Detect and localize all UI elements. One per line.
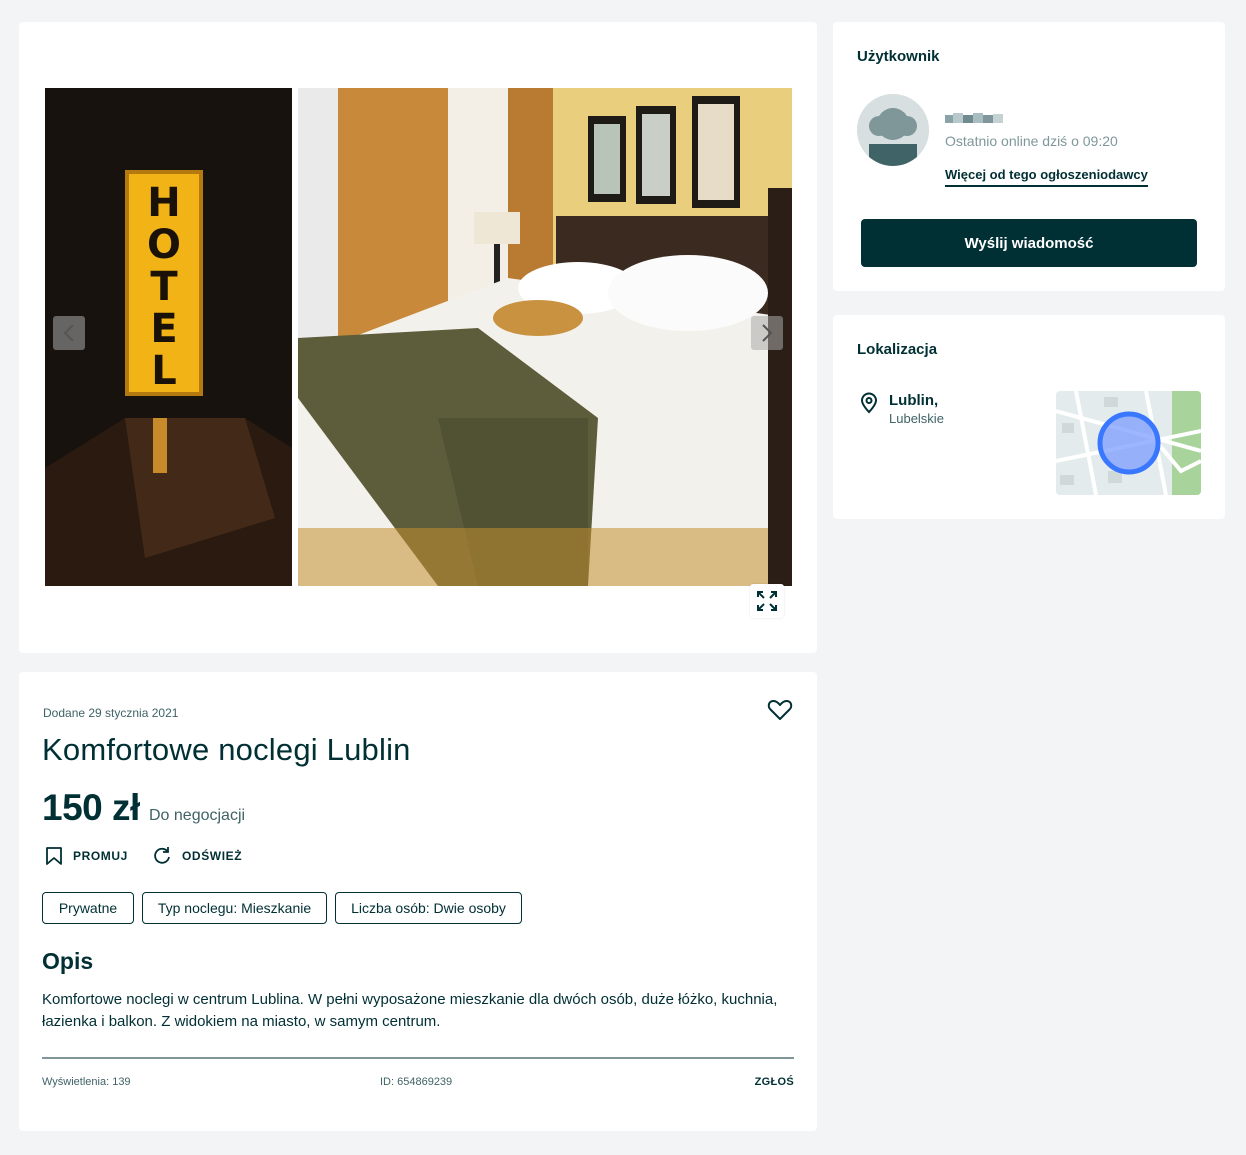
divider — [42, 1057, 794, 1059]
username-redacted — [945, 112, 1005, 124]
ad-id: ID: 654869239 — [380, 1076, 453, 1088]
heart-icon — [767, 699, 793, 720]
send-message-button[interactable]: Wyślij wiadomość — [861, 219, 1197, 267]
description-text: Komfortowe noclegi w centrum Lublina. W … — [42, 991, 778, 1030]
svg-text:T: T — [150, 264, 178, 310]
location-card: Lokalizacja Lublin, Lubelskie — [833, 315, 1225, 519]
report-link[interactable]: ZGŁOŚ — [755, 1076, 794, 1088]
user-heading: Użytkownik — [857, 48, 940, 65]
chevron-left-icon — [63, 324, 74, 342]
refresh-label: ODŚWIEŻ — [182, 849, 243, 863]
fullscreen-button[interactable] — [750, 584, 784, 618]
description-heading: Opis — [42, 948, 94, 974]
gallery-card: H O T E L — [19, 22, 817, 653]
posted-date: Dodane 29 stycznia 2021 — [43, 706, 179, 720]
refresh-icon — [154, 847, 170, 864]
listing-details-card: Dodane 29 stycznia 2021 Komfortowe nocle… — [19, 672, 817, 1131]
expand-icon — [757, 591, 777, 611]
views-count: Wyświetlenia: 139 — [42, 1076, 131, 1088]
gallery-image-room[interactable] — [298, 88, 792, 586]
negotiable-label: Do negocjacji — [149, 807, 246, 824]
user-avatar-icon — [857, 94, 929, 166]
location-region: Lubelskie — [889, 411, 944, 426]
favorite-button[interactable] — [767, 698, 793, 727]
svg-text:L: L — [151, 348, 177, 394]
location-heading: Lokalizacja — [857, 341, 938, 358]
map-thumbnail[interactable] — [1056, 391, 1201, 495]
param-tag-accommodation-type: Typ noclegu: Mieszkanie — [142, 892, 327, 924]
listing-title: Komfortowe noclegi Lublin — [42, 732, 411, 767]
svg-text:O: O — [147, 222, 181, 268]
avatar[interactable] — [857, 94, 929, 166]
gallery-next-button[interactable] — [751, 316, 783, 350]
last-online-status: Ostatnio online dziś o 09:20 — [945, 133, 1118, 149]
promote-label: PROMUJ — [73, 849, 128, 863]
location-pin-icon — [859, 392, 879, 419]
bookmark-icon — [46, 847, 62, 865]
param-tag-private: Prywatne — [42, 892, 134, 924]
svg-text:H: H — [147, 180, 180, 226]
gallery-prev-button[interactable] — [53, 316, 85, 350]
listing-price: 150 zł — [42, 787, 140, 828]
chevron-right-icon — [762, 324, 773, 342]
location-city: Lublin, — [889, 392, 939, 409]
refresh-button[interactable]: ODŚWIEŻ — [152, 846, 242, 866]
more-from-seller-link[interactable]: Więcej od tego ogłoszeniodawcy — [945, 167, 1148, 187]
user-card: Użytkownik Ostatnio online dziś o 09:20 … — [833, 22, 1225, 291]
svg-text:E: E — [150, 306, 177, 352]
promote-button[interactable]: PROMUJ — [45, 846, 128, 866]
param-tag-guests: Liczba osób: Dwie osoby — [335, 892, 522, 924]
